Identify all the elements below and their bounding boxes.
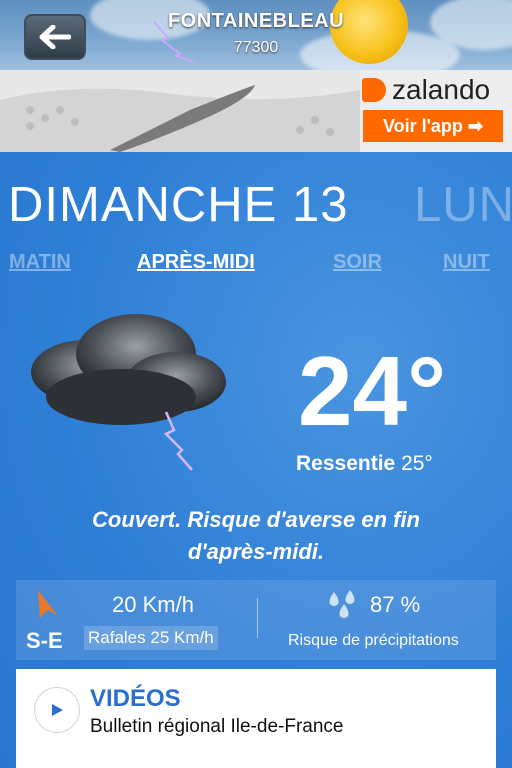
storm-cloud-icon [31, 314, 226, 471]
day-current[interactable]: DIMANCHE 13 [8, 177, 348, 233]
tab-matin[interactable]: MATIN [9, 251, 71, 274]
video-card[interactable]: VIDÉOS Bulletin régional Ile-de-France [16, 669, 496, 768]
tab-soir[interactable]: SOIR [333, 251, 382, 274]
weather-description: Couvert. Risque d'averse en fin d'après-… [20, 504, 492, 568]
description-line-1: Couvert. Risque d'averse en fin [92, 507, 420, 532]
ad-shoe-image [0, 70, 360, 152]
feels-value: 25° [401, 452, 433, 475]
wind-direction-arrow-icon [38, 590, 58, 618]
raindrops-icon [329, 590, 355, 618]
stats-divider [257, 598, 258, 638]
tab-nuit[interactable]: NUIT [443, 251, 490, 274]
ad-cta-button[interactable]: Voir l'app ➡ [363, 110, 503, 142]
ad-banner[interactable]: zalando Voir l'app ➡ [0, 70, 512, 153]
feels-label: Ressentie [296, 452, 396, 475]
zalando-logo-icon [362, 78, 386, 102]
ad-brand-name: zalando [392, 74, 491, 105]
period-tabs: MATIN APRÈS-MIDI SOIR NUIT [0, 251, 512, 281]
precipitation-value: 87 % [370, 592, 421, 617]
day-carousel[interactable]: DIMANCHE 13 LUN [0, 177, 512, 237]
stats-bar: 20 Km/h S-E Rafales 25 Km/h 87 % Risque … [16, 580, 496, 660]
header: FONTAINEBLEAU 77300 [0, 0, 512, 70]
city-name: FONTAINEBLEAU [167, 10, 345, 32]
play-button[interactable] [34, 687, 80, 733]
shoe-illustration [0, 70, 360, 152]
wind-speed: 20 Km/h [112, 592, 194, 617]
play-icon [52, 704, 63, 716]
wind-direction: S-E [26, 628, 63, 653]
precipitation-label: Risque de précipitations [288, 632, 459, 649]
description-line-2: d'après-midi. [187, 539, 325, 564]
video-section-title: VIDÉOS [90, 685, 181, 712]
zip-code: 77300 [233, 39, 279, 56]
temperature: 24° [298, 336, 447, 446]
forecast-panel: DIMANCHE 13 LUN MATIN APRÈS-MIDI SOIR NU… [0, 152, 512, 768]
video-subtitle: Bulletin régional Ile-de-France [90, 716, 344, 737]
feels-like: Ressentie 25° [296, 452, 433, 476]
wind-gusts: Rafales 25 Km/h [84, 626, 218, 650]
ad-brand: zalando [362, 74, 490, 106]
day-next[interactable]: LUN [414, 177, 512, 233]
tab-apres-midi[interactable]: APRÈS-MIDI [137, 251, 255, 274]
